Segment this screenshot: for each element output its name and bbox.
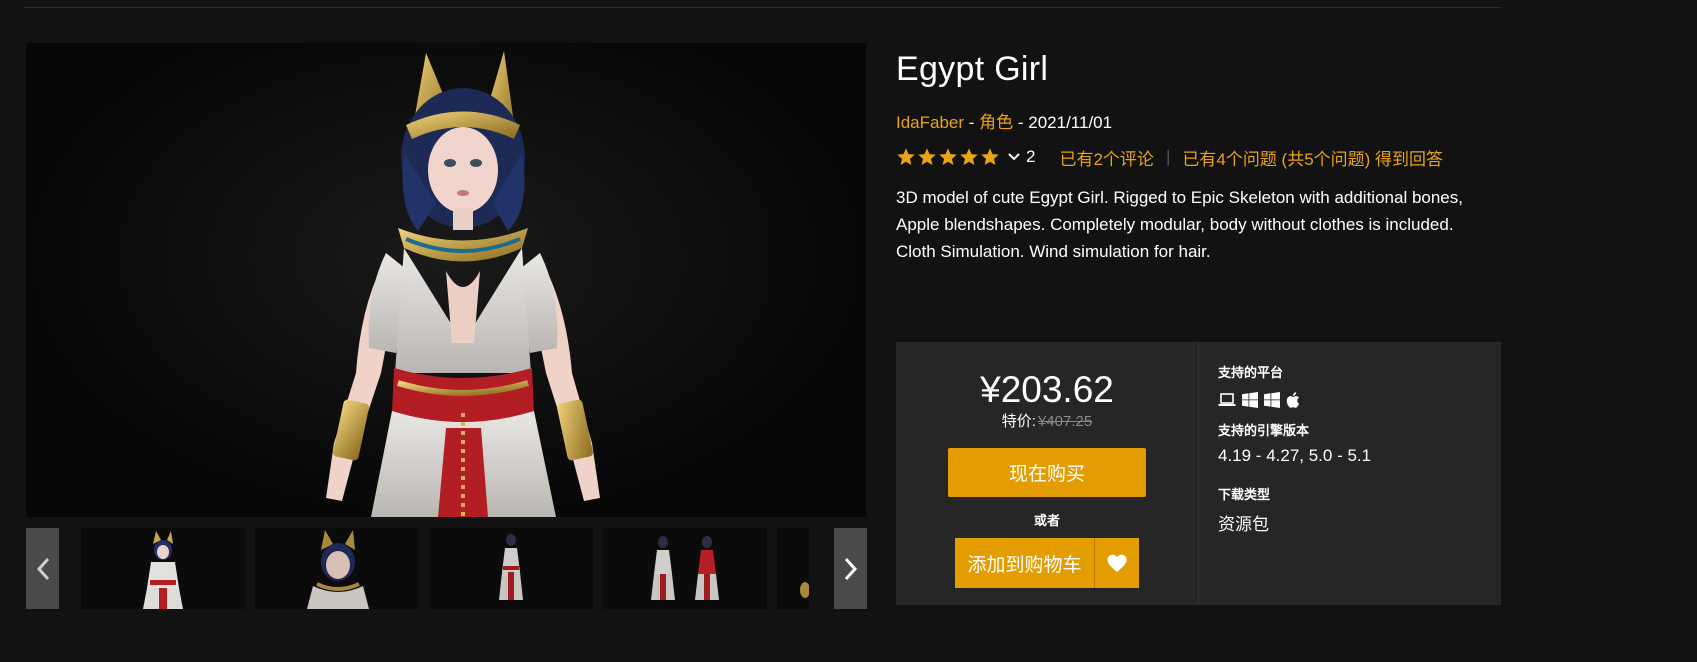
apple-icon	[1286, 392, 1299, 408]
thumbnail-3[interactable]	[429, 528, 593, 609]
thumbnail-image	[499, 534, 523, 600]
product-description: 3D model of cute Egypt Girl. Rigged to E…	[896, 188, 1463, 261]
rating-separator: |	[1165, 147, 1171, 166]
buy-now-button[interactable]: 现在购买	[948, 448, 1146, 497]
category-link[interactable]: 角色	[979, 113, 1013, 132]
thumbnail-image	[800, 582, 809, 598]
product-title: Egypt Girl	[896, 50, 1049, 88]
engine-versions-value: 4.19 - 4.27, 5.0 - 5.1	[1218, 446, 1372, 465]
release-date: 2021/11/01	[1028, 113, 1113, 132]
original-price: ¥407.25	[1037, 413, 1093, 430]
thumbnail-4[interactable]	[603, 528, 767, 609]
sale-label: 特价:	[1001, 413, 1036, 430]
engine-versions-heading: 支持的引擎版本	[1218, 423, 1310, 438]
chevron-down-icon[interactable]	[1008, 153, 1020, 161]
meta-separator: -	[1013, 113, 1029, 132]
main-product-image[interactable]	[26, 43, 866, 517]
or-label: 或者	[1033, 513, 1060, 528]
meta-separator: -	[964, 113, 980, 132]
add-to-cart-button[interactable]: 添加到购物车	[955, 538, 1095, 588]
platforms-heading: 支持的平台	[1218, 365, 1284, 380]
sale-price-line: 特价: ¥407.25	[896, 410, 1198, 431]
windows-icon	[1242, 392, 1258, 408]
product-info-section: 支持的平台 支持的引擎版本 4.19 - 4.27, 5.0 - 5.1 下载类…	[1218, 342, 1498, 605]
product-meta: IdaFaber - 角色 - 2021/11/01	[896, 108, 1112, 133]
thumbnail-image	[143, 531, 183, 609]
star-icon	[981, 148, 999, 165]
previous-image-button[interactable]	[26, 528, 59, 609]
questions-link[interactable]: 已有4个问题 (共5个问题) 得到回答	[1182, 145, 1443, 170]
top-divider	[24, 7, 1501, 8]
star-rating[interactable]	[896, 147, 1000, 167]
star-icon	[939, 148, 957, 165]
chevron-right-icon	[844, 557, 857, 580]
thumbnail-image	[307, 530, 369, 609]
star-icon	[960, 148, 978, 165]
thumbnail-image	[651, 536, 719, 600]
add-to-wishlist-button[interactable]	[1095, 538, 1139, 588]
heart-icon	[1107, 554, 1127, 573]
star-icon	[918, 148, 936, 165]
chevron-left-icon	[36, 557, 49, 580]
download-type-value: 资源包	[1218, 515, 1269, 534]
windows-icon	[1264, 392, 1280, 408]
thumbnail-2[interactable]	[255, 528, 419, 609]
cart-button-group: 添加到购物车	[955, 538, 1139, 588]
current-price: ¥203.62	[980, 369, 1114, 410]
purchase-panel: ¥203.62 特价:¥407.25 现在购买 或者 添加到购物车 支持的平台	[896, 342, 1501, 605]
seller-link[interactable]: IdaFaber	[896, 113, 964, 132]
thumbnail-5[interactable]	[777, 528, 809, 609]
rating-row: 2 已有2个评论 | 已有4个问题 (共5个问题) 得到回答	[896, 145, 1443, 169]
reviews-link[interactable]: 已有2个评论	[1059, 145, 1153, 170]
platform-icons	[1218, 392, 1300, 408]
download-type-heading: 下载类型	[1218, 487, 1271, 502]
price-section: ¥203.62 特价: ¥407.25 现在购买 或者 添加到购物车	[896, 342, 1199, 605]
star-icon	[897, 148, 915, 165]
rating-count: 2	[1026, 147, 1036, 166]
thumbnail-1[interactable]	[81, 528, 245, 609]
thumbnail-strip	[26, 528, 867, 609]
next-image-button[interactable]	[834, 528, 867, 609]
laptop-icon	[1218, 393, 1236, 406]
character-render-image	[326, 51, 600, 517]
